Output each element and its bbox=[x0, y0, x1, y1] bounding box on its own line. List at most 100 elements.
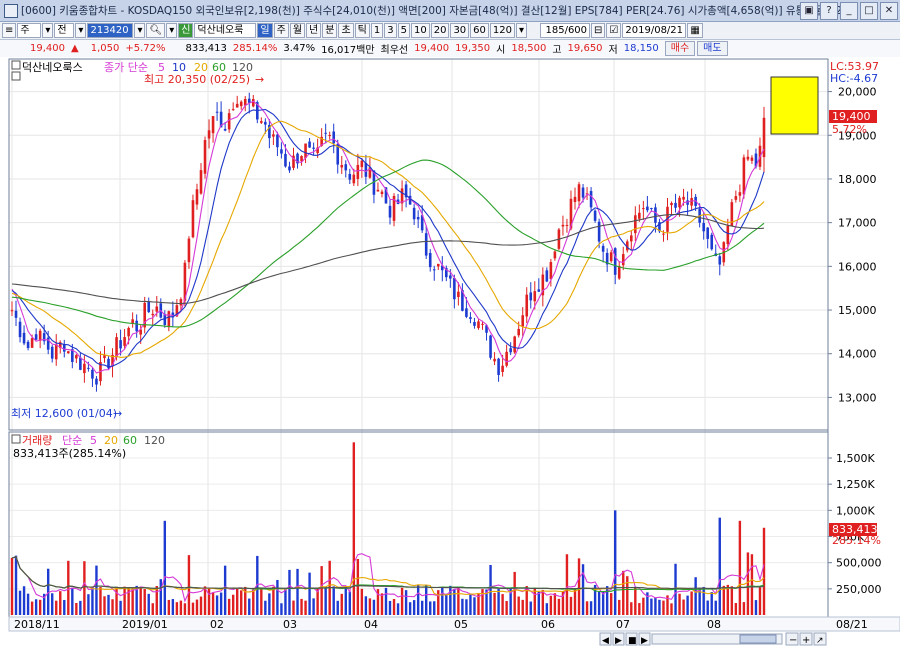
volume-bar bbox=[75, 602, 78, 615]
volume-bar bbox=[123, 586, 126, 615]
candle-body bbox=[66, 351, 70, 354]
minimize-button[interactable]: _ bbox=[840, 2, 858, 20]
volume-bar bbox=[541, 589, 545, 615]
search-icon[interactable]: 🔍︎ bbox=[146, 23, 166, 38]
scope-select[interactable]: 전 bbox=[54, 23, 75, 38]
period-day-tab[interactable]: 일 bbox=[257, 23, 273, 38]
volume-bar bbox=[678, 593, 681, 615]
window-title: [0600] 키움종합차트 - KOSDAQ150 외국인보유[2,198(천)… bbox=[21, 5, 857, 17]
close-button[interactable]: ✕ bbox=[880, 2, 898, 20]
volume-bar bbox=[163, 520, 167, 615]
volume-bar bbox=[513, 571, 516, 615]
candle-body bbox=[577, 184, 581, 202]
panel-settings-icon[interactable] bbox=[11, 60, 21, 70]
interval-dropdown-icon[interactable]: ▾ bbox=[516, 23, 528, 38]
period-week-tab[interactable]: 주 bbox=[273, 23, 289, 38]
interval-1[interactable]: 1 bbox=[370, 23, 384, 38]
period-year-tab[interactable]: 년 bbox=[306, 23, 322, 38]
interval-20[interactable]: 20 bbox=[430, 23, 450, 38]
volume-bar bbox=[573, 589, 577, 615]
volume-bar bbox=[537, 591, 541, 615]
interval-5[interactable]: 5 bbox=[397, 23, 410, 38]
calendar-icon[interactable]: ▦ bbox=[687, 23, 703, 38]
candle-body bbox=[690, 197, 693, 206]
volume-bar bbox=[718, 517, 721, 615]
interval-10[interactable]: 10 bbox=[410, 23, 430, 38]
volume-bar bbox=[481, 589, 484, 615]
volume-bar bbox=[63, 599, 66, 615]
volume-bar bbox=[284, 588, 287, 615]
period-month-tab[interactable]: 월 bbox=[289, 23, 306, 38]
turnover-rate: 3.47% bbox=[283, 43, 316, 54]
stock-code-input[interactable]: 213420 bbox=[87, 23, 134, 38]
volume-bar bbox=[670, 603, 673, 615]
volume: 833,413 bbox=[185, 43, 227, 54]
time-tick-label: 2019/01 bbox=[122, 618, 168, 631]
toggle-icon[interactable]: ⊟ bbox=[591, 23, 606, 38]
volume-bar bbox=[529, 601, 532, 615]
candle-body bbox=[718, 256, 722, 265]
volume-bar bbox=[139, 586, 142, 615]
chevron-down-icon[interactable]: ▾ bbox=[134, 23, 146, 38]
candle-body bbox=[247, 98, 251, 103]
candle-body bbox=[155, 306, 159, 312]
candle-body bbox=[388, 205, 392, 218]
candle-body bbox=[537, 289, 541, 292]
panel-expand-icon[interactable] bbox=[11, 71, 21, 81]
interval-60[interactable]: 60 bbox=[470, 23, 489, 38]
bar-count-field[interactable]: 185/600 bbox=[540, 23, 591, 38]
volume-bar bbox=[38, 599, 42, 615]
volume-bar bbox=[14, 555, 18, 615]
period-second-tab[interactable]: 초 bbox=[338, 23, 354, 38]
scrollbar-thumb[interactable] bbox=[739, 634, 777, 644]
volume-bar bbox=[22, 586, 26, 615]
best-bid: 19,350 bbox=[455, 43, 491, 54]
candle-body bbox=[581, 187, 585, 198]
low-arrow-icon: → bbox=[113, 407, 122, 420]
candle-body bbox=[223, 128, 227, 131]
market-type-select[interactable]: 주 bbox=[17, 23, 42, 38]
volume-bar bbox=[726, 584, 730, 615]
volume-bar bbox=[223, 565, 227, 615]
interval-3[interactable]: 3 bbox=[384, 23, 397, 38]
link-icon[interactable]: ▣ bbox=[800, 2, 818, 20]
volume-bar bbox=[187, 555, 191, 615]
highlight-box[interactable] bbox=[770, 76, 819, 135]
volume-bar bbox=[392, 598, 396, 615]
calendar-check-icon[interactable]: ☑ bbox=[606, 23, 622, 38]
price-change-pct: +5.72% bbox=[125, 43, 166, 54]
candle-body bbox=[264, 121, 267, 125]
chart-canvas[interactable]: 13,00014,00015,00016,00017,00018,00019,0… bbox=[0, 57, 900, 650]
stock-name-field[interactable]: 덕산네오룩 bbox=[194, 23, 257, 38]
date-input[interactable]: 2019/08/21 bbox=[622, 23, 687, 38]
candle-body bbox=[573, 196, 577, 203]
open-label: 시 bbox=[496, 45, 506, 56]
volume-panel-settings-icon[interactable] bbox=[11, 434, 21, 444]
maximize-button[interactable]: □ bbox=[860, 2, 878, 20]
sell-button[interactable]: 매도 bbox=[697, 41, 728, 56]
volume-bar bbox=[103, 596, 106, 615]
volume-bar bbox=[151, 603, 154, 615]
volume-bar bbox=[565, 554, 569, 615]
volume-bar bbox=[420, 600, 424, 615]
candle-body bbox=[211, 116, 215, 134]
candle-body bbox=[163, 314, 167, 325]
toolbar-menu-icon[interactable]: ≡ bbox=[2, 23, 17, 38]
period-minute-tab[interactable]: 분 bbox=[322, 23, 338, 38]
help-icon[interactable]: ? bbox=[820, 2, 838, 20]
chevron-down-icon[interactable]: ▾ bbox=[75, 23, 87, 38]
candle-body bbox=[529, 292, 533, 301]
interval-30[interactable]: 30 bbox=[450, 23, 470, 38]
volume-bar bbox=[557, 598, 561, 615]
chevron-down-icon[interactable]: ▾ bbox=[42, 23, 54, 38]
candle-body bbox=[304, 143, 307, 158]
volume-bar bbox=[400, 587, 404, 615]
volume-bar bbox=[179, 600, 183, 615]
volume-bar bbox=[300, 598, 303, 615]
search-dropdown-icon[interactable]: ▾ bbox=[166, 23, 178, 38]
volume-bar bbox=[51, 593, 54, 615]
price-tick-label: 20,000 bbox=[838, 86, 877, 99]
buy-button[interactable]: 매수 bbox=[664, 41, 696, 56]
period-tick-tab[interactable]: 틱 bbox=[354, 23, 370, 38]
interval-120[interactable]: 120 bbox=[489, 23, 515, 38]
